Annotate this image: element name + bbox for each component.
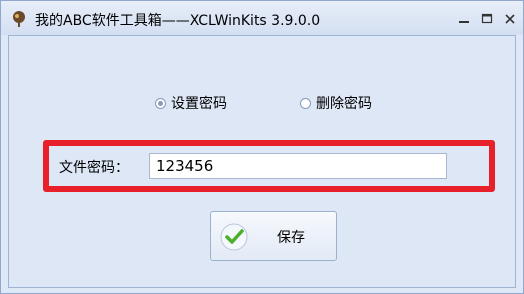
file-password-input[interactable] — [149, 153, 447, 179]
minimize-icon[interactable] — [456, 12, 472, 26]
app-icon — [13, 11, 25, 27]
radio-set-password[interactable]: 设置密码 — [155, 94, 227, 112]
radio-dot-icon — [300, 97, 311, 109]
title-bar[interactable]: 我的ABC软件工具箱——XCLWinKits 3.9.0.0 — [1, 1, 523, 35]
maximize-icon[interactable] — [479, 12, 495, 26]
radio-set-password-label: 设置密码 — [171, 96, 227, 112]
app-window: 我的ABC软件工具箱——XCLWinKits 3.9.0.0 设置密码 删除密码… — [0, 0, 524, 294]
window-title: 我的ABC软件工具箱——XCLWinKits 3.9.0.0 — [35, 13, 321, 29]
radio-delete-password-label: 删除密码 — [316, 96, 372, 112]
dialog-body: 设置密码 删除密码 文件密码： 保存 — [8, 35, 516, 288]
save-button[interactable]: 保存 — [210, 211, 337, 261]
radio-delete-password[interactable]: 删除密码 — [300, 94, 372, 112]
radio-dot-checked-icon — [155, 97, 166, 109]
checkmark-icon — [220, 223, 248, 251]
close-icon[interactable] — [502, 12, 518, 26]
file-password-label: 文件密码： — [59, 160, 129, 176]
save-button-label: 保存 — [277, 230, 305, 246]
